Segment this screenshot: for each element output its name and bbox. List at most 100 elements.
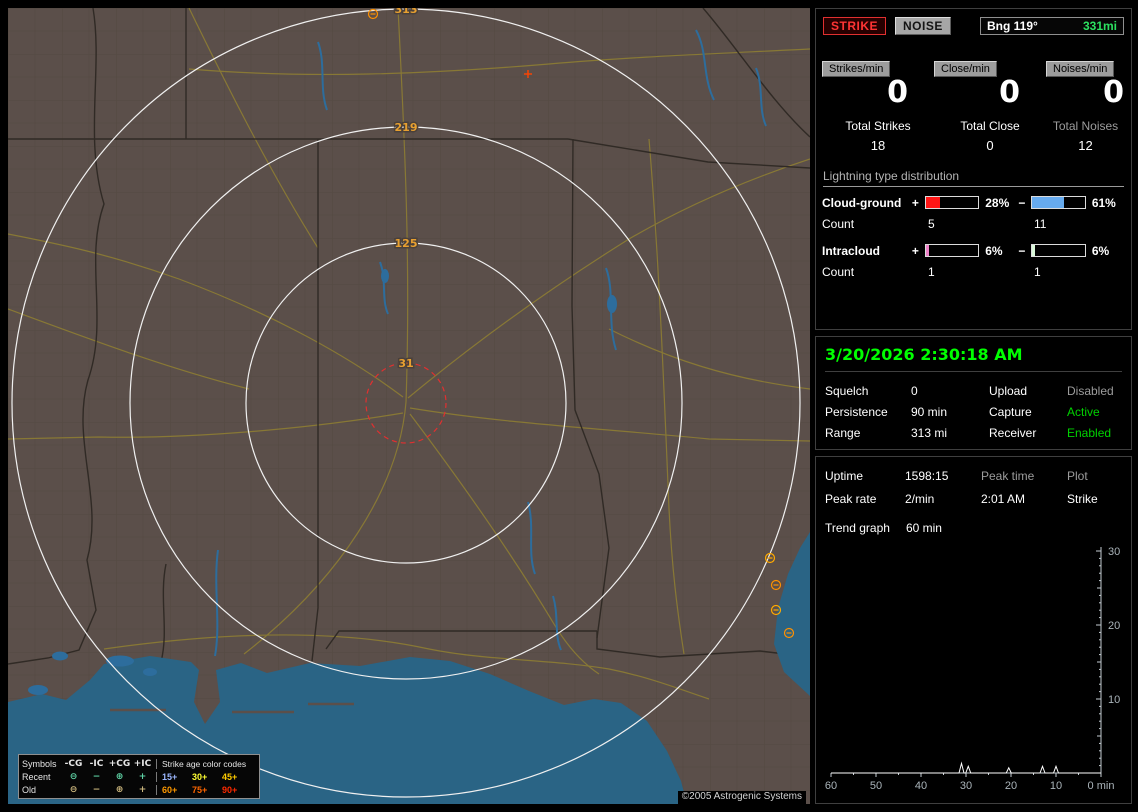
total-close-value: 0 — [986, 137, 994, 153]
lightning-map[interactable]: 31 125 219 313 — [8, 8, 810, 804]
legend-header-row: Symbols -CG -IC +CG +IC Strike age color… — [22, 757, 256, 770]
trend-graph-label: Trend graph — [825, 521, 890, 535]
map-legend: Symbols -CG -IC +CG +IC Strike age color… — [18, 754, 260, 799]
cloud-ground-plus-count: 5 — [928, 216, 935, 231]
ring-label-125: 125 — [395, 237, 418, 250]
peak-time-value: 2:01 AM — [981, 492, 1026, 506]
legend-old-row: Old ⊖ − ⊕ + 60+ 75+ 90+ — [22, 783, 256, 796]
receiver-status-panel: 3/20/2026 2:30:18 AM Squelch 0 Upload Di… — [815, 336, 1132, 450]
strikes-per-min-button[interactable]: Strikes/min — [822, 61, 891, 77]
cloud-ground-label: Cloud-ground — [822, 195, 902, 210]
legend-recent-ages: 15+ 30+ 45+ — [156, 771, 256, 782]
svg-text:10: 10 — [1050, 780, 1062, 792]
legend-age-title: Strike age color codes — [156, 758, 256, 769]
intracloud-plus-pct: 6% — [985, 243, 1003, 258]
age-code: 30+ — [192, 771, 208, 782]
noises-per-min-value: 0 — [1103, 75, 1124, 110]
trend-chart: 30 20 10 60 50 40 30 20 10 0 min — [825, 541, 1122, 797]
trend-chart-svg: 30 20 10 60 50 40 30 20 10 0 min — [825, 546, 1120, 792]
mode-button-row: STRIKE NOISE Bng 119° 331mi — [823, 17, 1124, 35]
app-window: 31 125 219 313 Symbols -CG -IC +CG +IC Stri… — [0, 0, 1138, 812]
age-code: 60+ — [162, 784, 178, 795]
clock-timestamp: 3/20/2026 2:30:18 AM — [825, 344, 1122, 372]
total-noises-label: Total Noises — [1052, 118, 1119, 133]
total-strikes-label: Total Strikes — [845, 118, 911, 133]
bearing-value: Bng 119° — [987, 19, 1038, 33]
minus-icon: − — [92, 771, 101, 782]
intracloud-plus-bar — [924, 244, 980, 257]
ring-label-313: 313 — [395, 8, 418, 16]
receiver-value: Enabled — [1067, 426, 1112, 440]
close-per-min-value: 0 — [999, 75, 1020, 110]
intracloud-row: Intracloud + 6% − 6% — [822, 244, 1125, 258]
noise-mode-button[interactable]: NOISE — [895, 17, 951, 35]
intracloud-count-row: Count 1 1 — [822, 265, 1125, 279]
total-close-label: Total Close — [960, 118, 1020, 133]
upload-value: Disabled — [1067, 384, 1114, 398]
svg-text:50: 50 — [870, 780, 882, 792]
noises-per-min: Noises/min 0 — [1046, 59, 1125, 109]
strike-mode-button[interactable]: STRIKE — [823, 17, 887, 35]
squelch-value: 0 — [911, 384, 918, 398]
capture-value: Active — [1067, 405, 1100, 419]
peak-rate-label: Peak rate — [825, 492, 877, 506]
cloud-ground-count-row: Count 5 11 — [822, 217, 1125, 231]
legend-col-neg-ic: -IC — [89, 758, 104, 769]
trend-panel: Uptime 1598:15 Peak time Plot Peak rate … — [815, 456, 1132, 804]
legend-col-pos-cg: +CG — [108, 758, 131, 769]
intracloud-minus-count: 1 — [1034, 264, 1041, 279]
close-per-min-button[interactable]: Close/min — [934, 61, 997, 77]
trend-window-value: 60 min — [905, 521, 942, 535]
range-label: Range — [825, 426, 861, 440]
legend-recent-label: Recent — [22, 771, 51, 782]
capture-label: Capture — [989, 405, 1032, 419]
squelch-label: Squelch — [825, 384, 869, 398]
plus-sign: + — [911, 195, 919, 210]
plot-value: Strike — [1067, 492, 1098, 506]
peak-time-label: Peak time — [981, 469, 1035, 483]
ring-label-31: 31 — [398, 357, 413, 370]
map-area: 31 125 219 313 Symbols -CG -IC +CG +IC Stri… — [8, 8, 810, 804]
peak-rate-value: 2/min — [905, 492, 935, 506]
cloud-ground-minus-count: 11 — [1034, 216, 1047, 231]
uptime-grid: Uptime 1598:15 Peak time Plot Peak rate … — [825, 469, 1122, 506]
plot-label: Plot — [1067, 469, 1088, 483]
total-close: Total Close 0 — [934, 119, 1046, 153]
legend-old-label: Old — [22, 784, 37, 795]
plus-icon: + — [138, 784, 147, 795]
cloud-ground-plus-pct: 28% — [985, 195, 1010, 210]
uptime-label: Uptime — [825, 469, 864, 483]
sidebar: STRIKE NOISE Bng 119° 331mi Strikes/min … — [815, 0, 1132, 812]
persistence-label: Persistence — [825, 405, 888, 419]
intracloud-minus-pct: 6% — [1091, 243, 1110, 258]
totals: Total Strikes 18 Total Close 0 Total Noi… — [822, 119, 1125, 153]
count-label: Count — [822, 264, 855, 279]
svg-text:40: 40 — [915, 780, 927, 792]
cloud-ground-plus-bar — [924, 196, 980, 209]
svg-text:10: 10 — [1108, 694, 1120, 706]
per-minute-rates: Strikes/min 0 Close/min 0 Noises/min 0 — [822, 59, 1125, 109]
minus-sign: − — [1018, 195, 1026, 210]
ring-label-219: 219 — [395, 121, 418, 134]
range-value: 313 mi — [911, 426, 948, 440]
receiver-label: Receiver — [989, 426, 1037, 440]
persistence-value: 90 min — [911, 405, 948, 419]
svg-text:0 min: 0 min — [1088, 780, 1115, 792]
copyright-text: ©2005 Astrogenic Systems — [677, 791, 806, 804]
upload-label: Upload — [989, 384, 1028, 398]
svg-text:20: 20 — [1108, 620, 1120, 632]
legend-old-ages: 60+ 75+ 90+ — [156, 784, 256, 795]
intracloud-label: Intracloud — [822, 243, 881, 258]
total-strikes-value: 18 — [870, 137, 886, 153]
legend-col-neg-cg: -CG — [64, 758, 83, 769]
close-per-min: Close/min 0 — [934, 59, 1046, 109]
circle-plus-icon: ⊕ — [115, 784, 124, 795]
age-code: 90+ — [222, 784, 238, 795]
distribution-title: Lightning type distribution — [823, 169, 1124, 187]
strikes-per-min-value: 0 — [887, 75, 908, 110]
svg-text:30: 30 — [1108, 546, 1120, 558]
status-grid: Squelch 0 Upload Disabled Persistence 90… — [825, 384, 1122, 440]
svg-text:60: 60 — [825, 780, 837, 792]
intracloud-minus-bar — [1031, 244, 1086, 257]
svg-text:20: 20 — [1005, 780, 1017, 792]
